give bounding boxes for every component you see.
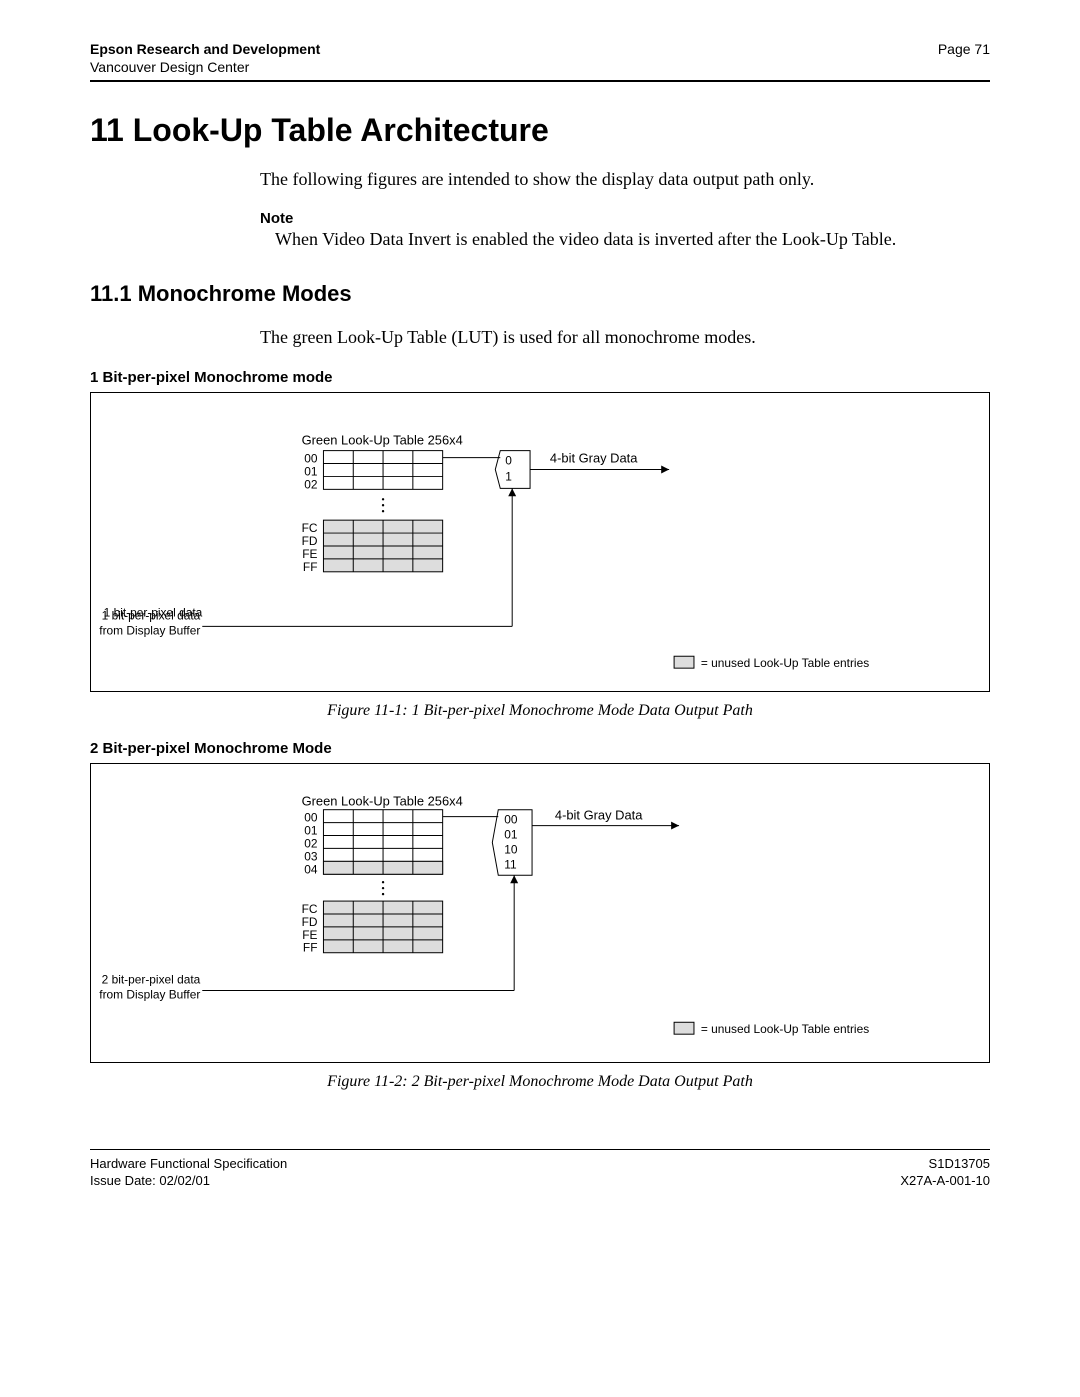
svg-text:00: 00 bbox=[304, 452, 318, 466]
footer-rule bbox=[90, 1149, 990, 1150]
fig1-subhead: 1 Bit-per-pixel Monochrome mode bbox=[90, 369, 990, 386]
section-heading: 11 Look-Up Table Architecture bbox=[90, 112, 990, 149]
legend-text: = unused Look-Up Table entries bbox=[701, 656, 869, 670]
lut-bottom-rows: FC FD FE FF bbox=[302, 520, 443, 574]
svg-text:FF: FF bbox=[303, 560, 318, 574]
svg-text:11: 11 bbox=[504, 858, 517, 872]
svg-text:00: 00 bbox=[504, 813, 518, 827]
footer-left-2: Issue Date: 02/02/01 bbox=[90, 1173, 210, 1188]
page-number: Page 71 bbox=[938, 40, 990, 76]
svg-text:FD: FD bbox=[302, 534, 318, 548]
svg-text:FC: FC bbox=[302, 521, 318, 535]
lut-title: Green Look-Up Table 256x4 bbox=[302, 794, 463, 809]
note-body: When Video Data Invert is enabled the vi… bbox=[275, 227, 990, 251]
out-label: 4-bit Gray Data bbox=[550, 451, 638, 466]
page-header: Epson Research and Development Vancouver… bbox=[90, 40, 990, 76]
header-org: Epson Research and Development bbox=[90, 41, 320, 57]
lut-top-rows: 00 01 02 03 04 bbox=[304, 810, 442, 877]
out-label: 4-bit Gray Data bbox=[555, 808, 643, 823]
svg-text:FD: FD bbox=[302, 915, 318, 929]
svg-text:00: 00 bbox=[304, 811, 318, 825]
mux: 00 01 10 11 bbox=[492, 810, 532, 876]
legend-swatch bbox=[674, 656, 694, 668]
lut-bottom-rows: FC FD FE FF bbox=[302, 901, 443, 955]
figure-1: Green Look-Up Table 256x4 00 01 02 FC FD… bbox=[90, 392, 990, 692]
svg-text:FE: FE bbox=[302, 547, 317, 561]
svg-text:02: 02 bbox=[304, 478, 318, 492]
fig2-subhead: 2 Bit-per-pixel Monochrome Mode bbox=[90, 740, 990, 757]
note-label: Note bbox=[260, 210, 990, 227]
svg-text:from Display Buffer: from Display Buffer bbox=[99, 988, 200, 1002]
mux: 0 1 bbox=[495, 451, 530, 489]
svg-text:01: 01 bbox=[304, 465, 318, 479]
lut-title: Green Look-Up Table 256x4 bbox=[302, 433, 463, 448]
svg-text:FE: FE bbox=[302, 928, 317, 942]
svg-text:0: 0 bbox=[505, 454, 512, 468]
intro-paragraph: The following figures are intended to sh… bbox=[260, 167, 990, 191]
figure-2: Green Look-Up Table 256x4 00 01 02 03 04 bbox=[90, 763, 990, 1063]
svg-text:04: 04 bbox=[304, 863, 318, 877]
svg-text:FF: FF bbox=[303, 941, 318, 955]
svg-text:03: 03 bbox=[304, 850, 318, 864]
footer-right-1: S1D13705 bbox=[929, 1156, 990, 1171]
header-dept: Vancouver Design Center bbox=[90, 59, 249, 75]
svg-text:02: 02 bbox=[304, 837, 318, 851]
svg-text:1 bit-per-pixel data: 1 bit-per-pixel data bbox=[102, 609, 201, 623]
fig2-caption: Figure 11-2: 2 Bit-per-pixel Monochrome … bbox=[90, 1073, 990, 1091]
svg-text:1: 1 bbox=[505, 470, 512, 484]
svg-text:from Display Buffer: from Display Buffer bbox=[99, 624, 200, 638]
svg-text:01: 01 bbox=[504, 828, 518, 842]
lut-top-rows: 00 01 02 bbox=[304, 451, 442, 492]
legend-text: = unused Look-Up Table entries bbox=[701, 1022, 869, 1036]
svg-text:FC: FC bbox=[302, 902, 318, 916]
page-footer: Hardware Functional Specification Issue … bbox=[90, 1156, 990, 1190]
fig1-caption: Figure 11-1: 1 Bit-per-pixel Monochrome … bbox=[90, 702, 990, 720]
legend-swatch bbox=[674, 1023, 694, 1035]
svg-text:01: 01 bbox=[304, 824, 318, 838]
svg-text:2 bit-per-pixel data: 2 bit-per-pixel data bbox=[102, 973, 201, 987]
svg-text:10: 10 bbox=[504, 843, 518, 857]
footer-left-1: Hardware Functional Specification bbox=[90, 1156, 287, 1171]
footer-right-2: X27A-A-001-10 bbox=[900, 1173, 990, 1188]
subsection-body: The green Look-Up Table (LUT) is used fo… bbox=[260, 325, 990, 349]
subsection-heading: 11.1 Monochrome Modes bbox=[90, 281, 990, 307]
header-rule bbox=[90, 80, 990, 82]
